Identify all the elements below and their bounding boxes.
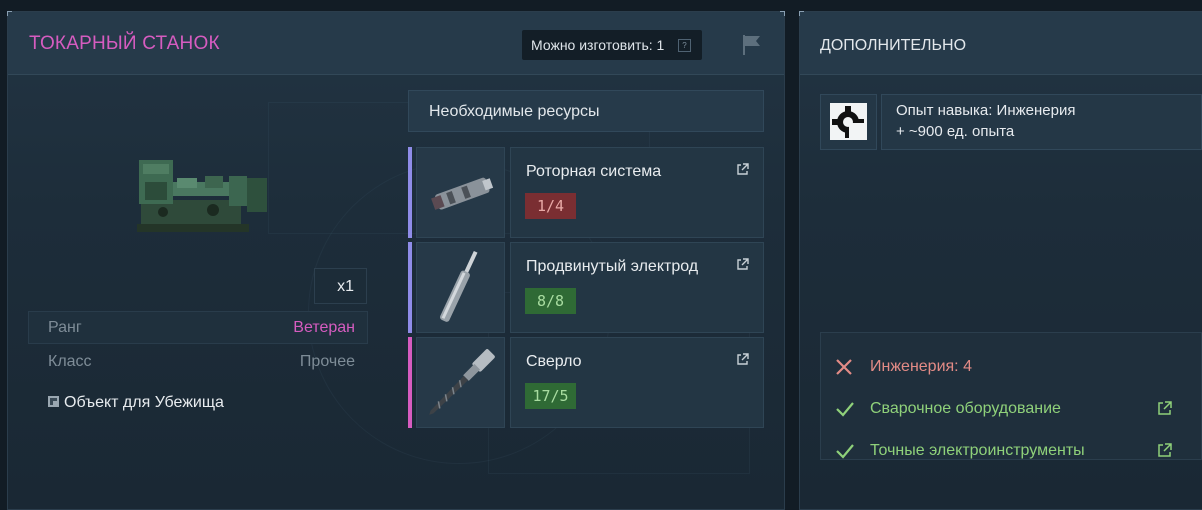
resource-thumbnail (416, 242, 505, 333)
resource-name: Сверло (526, 353, 582, 370)
help-icon[interactable]: ? (678, 39, 691, 52)
flag-icon[interactable] (741, 34, 763, 56)
resource-info: Сверло 17/5 (510, 337, 764, 428)
stat-value: Ветеран (293, 319, 355, 336)
external-link-icon[interactable] (1157, 401, 1172, 416)
resources-header: Необходимые ресурсы (408, 90, 764, 132)
lathe-machine-image (137, 160, 267, 232)
stat-row-rank: Ранг Ветеран (28, 311, 368, 344)
check-icon (836, 402, 854, 417)
xp-amount: + ~900 ед. опыта (896, 123, 1015, 140)
stat-key: Класс (48, 353, 92, 370)
resource-row[interactable]: Роторная система 1/4 (408, 147, 764, 238)
external-link-icon[interactable] (736, 353, 749, 366)
resource-accent-bar (408, 147, 412, 238)
electrode-icon (440, 250, 478, 322)
skill-xp-reward: Опыт навыка: Инженерия + ~900 ед. опыта (820, 94, 1202, 150)
rotor-system-icon (431, 177, 494, 210)
external-link-icon[interactable] (736, 258, 749, 271)
requirement-text: Точные электроинструменты (870, 442, 1085, 459)
resource-thumbnail (416, 147, 505, 238)
resource-info: Роторная система 1/4 (510, 147, 764, 238)
stat-row-class: Класс Прочее (28, 345, 368, 378)
requirement-text: Инженерия: 4 (870, 358, 972, 375)
resource-info: Продвинутый электрод 8/8 (510, 242, 764, 333)
panel-header: ТОКАРНЫЙ СТАНОК Можно изготовить: 1 ? (8, 12, 784, 75)
panel-header: ДОПОЛНИТЕЛЬНО (800, 12, 1202, 75)
item-title: ТОКАРНЫЙ СТАНОК (29, 33, 220, 54)
resource-name: Продвинутый электрод (526, 258, 699, 275)
resource-count: 1/4 (525, 193, 576, 219)
resource-accent-bar (408, 242, 412, 333)
xp-icon-box (820, 94, 877, 150)
requirement-text: Сварочное оборудование (870, 400, 1061, 417)
additional-panel: ДОПОЛНИТЕЛЬНО Опыт навыка: Инженерия + ~… (799, 11, 1202, 510)
check-icon (836, 444, 854, 459)
resource-accent-bar (408, 337, 412, 428)
crafting-panel: ТОКАРНЫЙ СТАНОК Можно изготовить: 1 ? x1… (7, 11, 785, 510)
craftable-label: Можно изготовить: 1 (531, 37, 665, 53)
resource-count: 17/5 (525, 383, 576, 409)
resource-count: 8/8 (525, 288, 576, 314)
resource-name: Роторная система (526, 163, 662, 180)
resource-thumbnail (416, 337, 505, 428)
requirements-list: Инженерия: 4 Сварочное оборудование Точн… (820, 332, 1202, 460)
external-link-icon[interactable] (1157, 443, 1172, 458)
craftable-count: Можно изготовить: 1 ? (522, 30, 702, 60)
shelter-text: Объект для Убежища (64, 394, 224, 411)
quantity-display: x1 (314, 268, 367, 304)
panel-title: ДОПОЛНИТЕЛЬНО (820, 37, 967, 54)
shelter-object-label: Объект для Убежища (48, 394, 224, 412)
cross-icon (836, 359, 852, 375)
stat-value: Прочее (299, 353, 355, 370)
xp-text: Опыт навыка: Инженерия + ~900 ед. опыта (881, 94, 1202, 150)
stat-key: Ранг (48, 319, 82, 336)
external-link-icon[interactable] (736, 163, 749, 176)
drill-bit-icon (429, 349, 495, 415)
shelter-icon (48, 396, 59, 407)
resource-row[interactable]: Продвинутый электрод 8/8 (408, 242, 764, 333)
resource-row[interactable]: Сверло 17/5 (408, 337, 764, 428)
xp-skill-name: Опыт навыка: Инженерия (896, 102, 1076, 119)
engineering-gear-icon (830, 103, 867, 140)
